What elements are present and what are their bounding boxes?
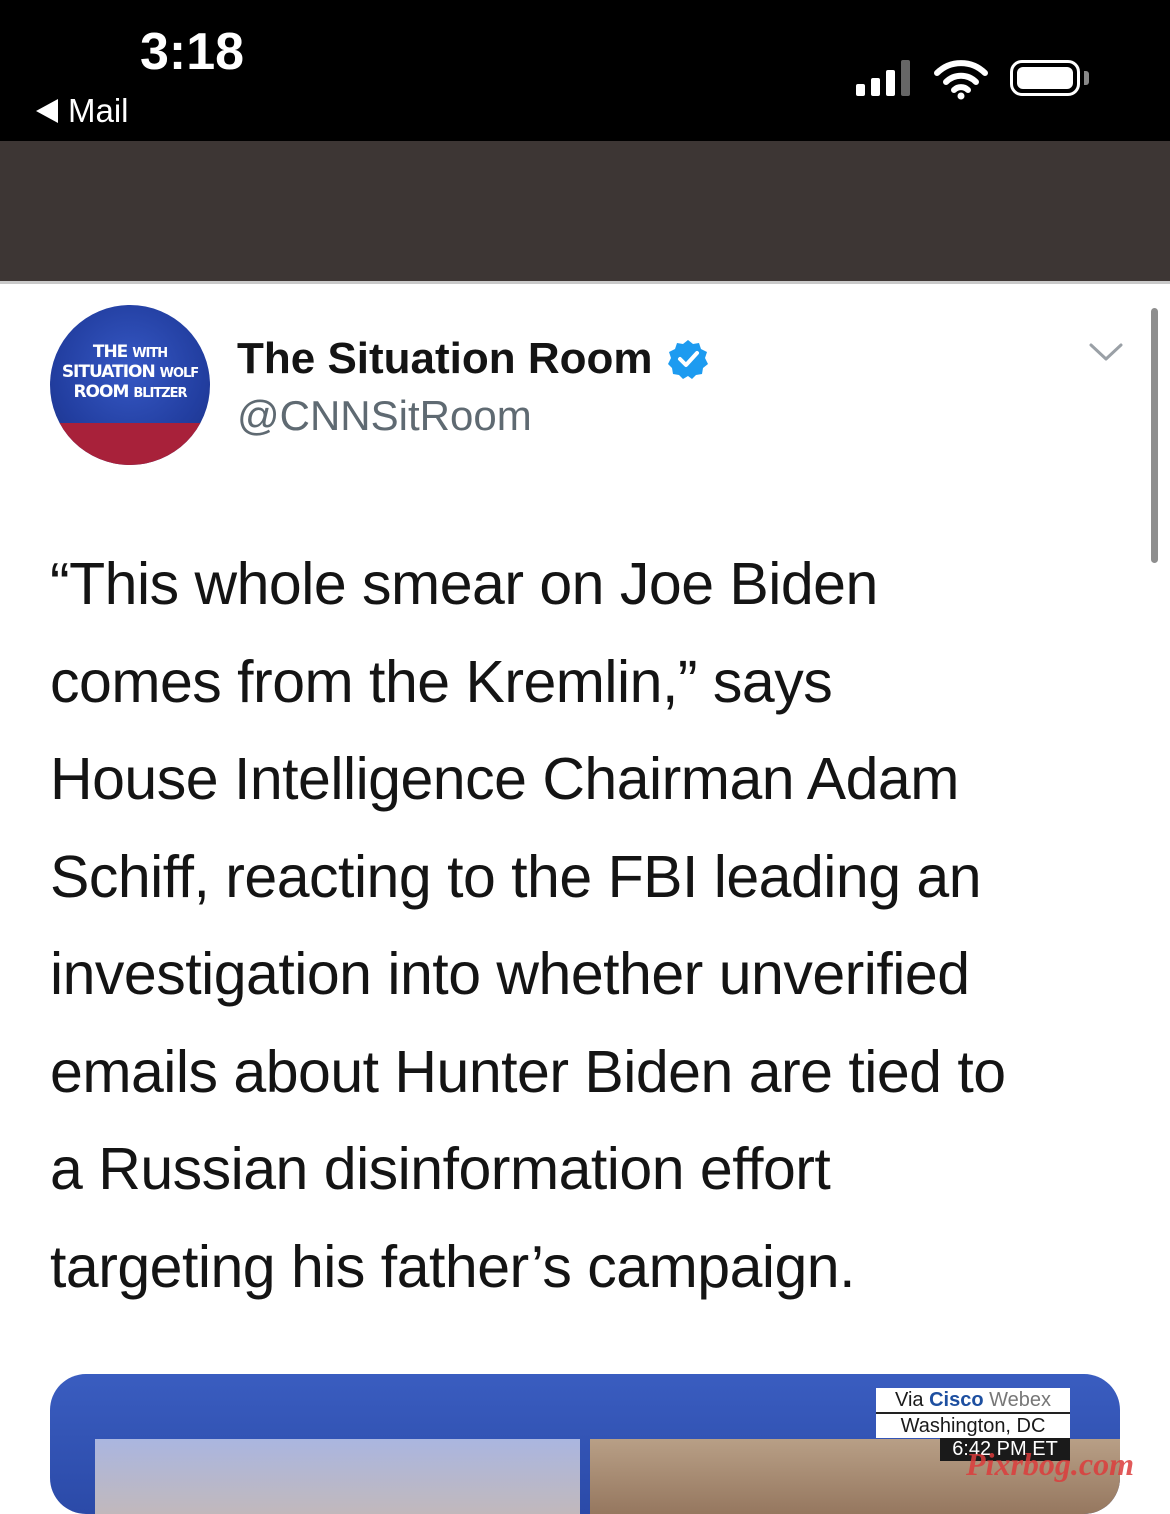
battery-icon (1010, 60, 1080, 96)
tweet-line: emails about Hunter Biden are tied to (50, 1038, 1006, 1105)
display-name-text: The Situation Room (237, 334, 653, 383)
tweet-line: targeting his father’s campaign. (50, 1233, 856, 1300)
avatar-red-band (50, 423, 210, 465)
battery-cap (1084, 71, 1089, 85)
back-label: Mail (68, 92, 129, 129)
video-caption-box: Via Cisco Webex Washington, DC (876, 1388, 1070, 1438)
tweet-line: comes from the Kremlin,” says (50, 648, 833, 715)
watermark: Pixrbog.com (966, 1446, 1134, 1482)
scrollbar-thumb[interactable] (1151, 308, 1158, 563)
back-arrow-icon (36, 99, 58, 123)
caption-location: Washington, DC (900, 1415, 1046, 1437)
tweet-line: “This whole smear on Joe Biden (50, 551, 878, 617)
video-left-panel (95, 1439, 580, 1514)
caption-via: Via (894, 1389, 924, 1411)
status-time: 3:18 (140, 23, 245, 81)
caption-webex: Webex (989, 1389, 1052, 1411)
wifi-icon (934, 60, 988, 100)
tweet-text: “This whole smear on Joe Biden comes fro… (50, 536, 1140, 1316)
account-handle[interactable]: @CNNSitRoom (237, 392, 532, 440)
tweet-line: investigation into whether unverified (50, 941, 970, 1007)
tweet-video-thumbnail[interactable]: Via Cisco Webex Washington, DC 6:42 PM E… (50, 1374, 1120, 1514)
account-display-name[interactable]: The Situation Room (237, 334, 709, 384)
cellular-signal-icon (856, 60, 910, 96)
header-band (0, 141, 1170, 281)
divider (0, 281, 1170, 284)
tweet-line: Schiff, reacting to the FBI leading an (50, 843, 982, 910)
back-to-mail-button[interactable]: Mail (36, 92, 129, 130)
profile-avatar[interactable]: THE WITH SITUATION WOLF ROOM BLITZER (50, 305, 210, 465)
tweet-line: a Russian disinformation effort (50, 1136, 831, 1202)
verified-badge-icon (667, 340, 708, 379)
chevron-down-icon[interactable] (1088, 340, 1124, 364)
tweet-line: House Intelligence Chairman Adam (50, 746, 959, 812)
status-bar: 3:18 Mail (0, 0, 1170, 141)
caption-cisco: Cisco (929, 1389, 984, 1411)
avatar-logo-text: THE WITH SITUATION WOLF ROOM BLITZER (61, 342, 199, 402)
